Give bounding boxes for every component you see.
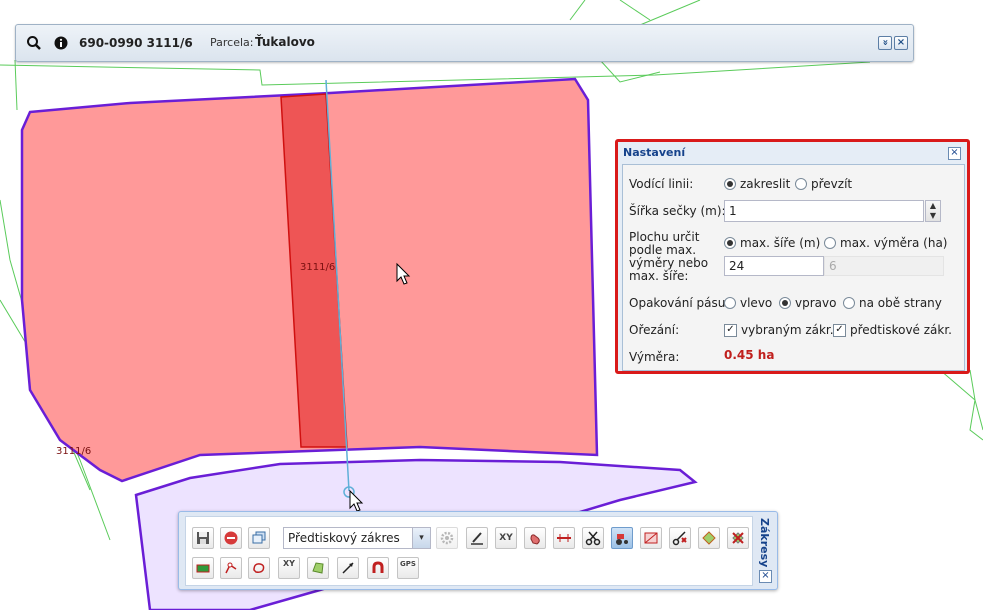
max-area-input: 6 <box>824 256 944 276</box>
guide-take-radio[interactable] <box>795 178 807 190</box>
repeat-right-label[interactable]: vpravo <box>795 297 836 310</box>
settings-close-button[interactable]: × <box>948 147 961 160</box>
drawing-toolbar: Předtiskový zákres ▾ XY XY GPS Zákresy × <box>178 511 778 590</box>
clip-label: Ořezání: <box>629 323 680 337</box>
parcel-id: 690-0990 3111/6 <box>79 36 193 50</box>
chevron-down-icon[interactable]: ▾ <box>412 528 430 548</box>
info-icon[interactable] <box>53 35 69 51</box>
scissors-cross-icon[interactable] <box>669 527 691 549</box>
windows-icon[interactable] <box>248 527 270 549</box>
polygon-icon[interactable] <box>307 557 329 579</box>
parcel-label-main: 3111/6 <box>300 262 335 273</box>
layer-select[interactable]: Předtiskový zákres ▾ <box>283 527 431 549</box>
parcel-label: Parcela: <box>210 36 254 49</box>
split-polygon-icon[interactable] <box>640 527 662 549</box>
delete-polygon-icon[interactable] <box>727 527 749 549</box>
node-edit-icon[interactable] <box>220 557 242 579</box>
cut-scissors-icon[interactable] <box>582 527 604 549</box>
measure-line-icon[interactable] <box>553 527 575 549</box>
settings-gear-icon[interactable] <box>436 527 458 549</box>
magnet-snap-icon[interactable] <box>367 557 389 579</box>
width-label: Šířka sečky (m): <box>629 204 726 218</box>
max-width-label[interactable]: max. šíře (m) <box>740 237 820 250</box>
clip-selected-checkbox[interactable]: ✓ <box>724 324 737 337</box>
repeat-label: Opakování pásu: <box>629 296 730 310</box>
toolbar-body: Předtiskový zákres ▾ XY XY GPS <box>185 516 753 586</box>
chevron-double-down-icon: » <box>879 39 891 46</box>
gps-icon[interactable]: GPS <box>397 557 419 579</box>
clip-preprint-checkbox[interactable]: ✓ <box>833 324 846 337</box>
repeat-both-label[interactable]: na obě strany <box>859 297 942 310</box>
close-button[interactable]: × <box>894 36 908 50</box>
repeat-left-radio[interactable] <box>724 297 736 309</box>
xy-line-icon[interactable]: XY <box>278 557 300 579</box>
parcel-info-bar: 690-0990 3111/6 Parcela: Ťukalovo » × <box>15 24 914 62</box>
guide-label: Vodící linii: <box>629 177 694 191</box>
max-width-radio[interactable] <box>724 237 736 249</box>
guide-draw-radio[interactable] <box>724 178 736 190</box>
area-result-value: 0.45 ha <box>724 348 775 362</box>
save-icon[interactable] <box>192 527 214 549</box>
toolbar-title: Zákresy <box>758 518 771 568</box>
area-rule-label-4: max. šíře: <box>629 269 689 283</box>
width-input[interactable]: 1 <box>724 200 924 222</box>
max-width-input[interactable]: 24 <box>724 256 824 276</box>
area-result-label: Výměra: <box>629 350 680 364</box>
lasso-icon[interactable] <box>248 557 270 579</box>
settings-body: Vodící linii: zakreslit převzít Šířka se… <box>622 164 965 371</box>
settings-panel: Nastavení × Vodící linii: zakreslit přev… <box>615 139 970 374</box>
xy-coordinates-icon[interactable]: XY <box>495 527 517 549</box>
stop-icon[interactable] <box>220 527 242 549</box>
width-spinner[interactable]: ▲ ▼ <box>925 200 941 222</box>
merge-icon[interactable] <box>698 527 720 549</box>
settings-title: Nastavení <box>623 146 686 159</box>
clip-selected-label[interactable]: vybraným zákr. <box>741 324 834 337</box>
spinner-down-icon[interactable]: ▼ <box>926 211 940 221</box>
parcel-name: Ťukalovo <box>255 35 315 49</box>
toolbar-close-button[interactable]: × <box>759 570 772 583</box>
max-area-radio[interactable] <box>824 237 836 249</box>
guide-draw-label[interactable]: zakreslit <box>740 178 790 191</box>
repeat-both-radio[interactable] <box>843 297 855 309</box>
repeat-right-radio[interactable] <box>779 297 791 309</box>
repeat-left-label[interactable]: vlevo <box>740 297 772 310</box>
layer-select-value: Předtiskový zákres <box>288 531 400 545</box>
parcel-label-lower: 3111/6 <box>56 446 91 457</box>
guide-take-label[interactable]: převzít <box>811 178 852 191</box>
field-strip-icon[interactable] <box>192 557 214 579</box>
hand-icon[interactable] <box>524 527 546 549</box>
search-icon[interactable] <box>26 35 42 51</box>
collapse-button[interactable]: » <box>878 36 892 50</box>
clip-preprint-label[interactable]: předtiskové zákr. <box>850 324 952 337</box>
spinner-up-icon[interactable]: ▲ <box>926 201 940 211</box>
edit-pencil-icon[interactable] <box>466 527 488 549</box>
arrow-line-icon[interactable] <box>337 557 359 579</box>
max-area-label[interactable]: max. výměra (ha) <box>840 237 947 250</box>
tractor-icon[interactable] <box>611 527 633 549</box>
